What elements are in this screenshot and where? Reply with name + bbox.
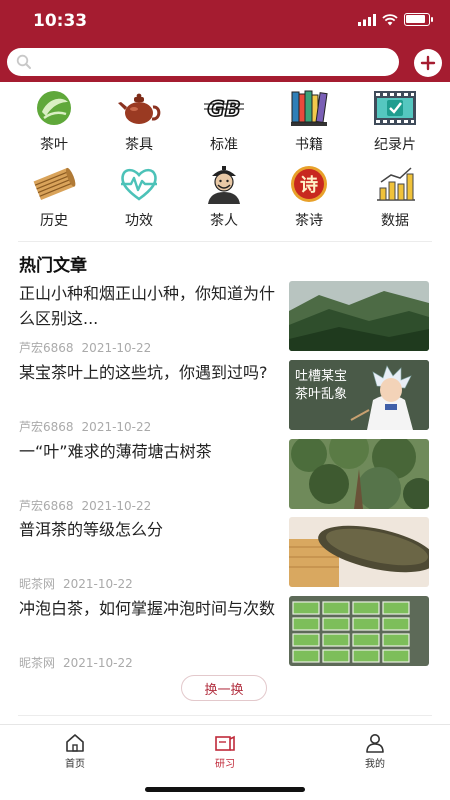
refresh-button[interactable]: 换一换 bbox=[181, 675, 267, 701]
article-author: 昵茶网 bbox=[19, 577, 56, 591]
article-thumbnail[interactable] bbox=[289, 281, 429, 351]
home-indicator bbox=[145, 787, 305, 792]
books-icon bbox=[291, 90, 328, 126]
article-title[interactable]: 一“叶”难求的薄荷塘古树茶 bbox=[19, 439, 281, 464]
bamboo-scroll-icon bbox=[33, 167, 76, 201]
article-meta: 芦宏6868 2021-10-22 bbox=[19, 418, 151, 435]
search-input[interactable] bbox=[7, 48, 399, 76]
article-thumbnail[interactable] bbox=[289, 439, 429, 509]
category-data[interactable]: 数据 bbox=[360, 164, 430, 230]
article-thumbnail[interactable]: 吐槽某宝 茶叶乱象 bbox=[289, 360, 429, 430]
status-icons bbox=[358, 13, 433, 26]
article-author: 昵茶网 bbox=[19, 656, 56, 670]
svg-text:诗: 诗 bbox=[300, 175, 318, 196]
tea-person-icon bbox=[208, 166, 240, 204]
category-tea-people[interactable]: 茶人 bbox=[189, 164, 259, 230]
article-meta: 昵茶网 2021-10-22 bbox=[19, 575, 133, 592]
anime-teacher-image: 吐槽某宝 茶叶乱象 bbox=[289, 360, 429, 430]
wifi-icon bbox=[382, 13, 398, 25]
add-button[interactable] bbox=[414, 49, 442, 77]
heart-pulse-icon bbox=[121, 168, 157, 201]
battery-icon bbox=[404, 13, 433, 26]
app-header: 10:33 bbox=[0, 0, 450, 82]
tab-label: 我的 bbox=[365, 759, 385, 770]
study-icon bbox=[215, 735, 235, 751]
category-label: 数据 bbox=[381, 213, 409, 229]
category-documentary[interactable]: 纪录片 bbox=[360, 88, 430, 154]
puer-tea-cake-image bbox=[289, 517, 429, 587]
article-item[interactable]: 一“叶”难求的薄荷塘古树茶 芦宏6868 2021-10-22 bbox=[0, 439, 450, 513]
article-date: 2021-10-22 bbox=[63, 656, 133, 670]
category-standard[interactable]: GB 标准 bbox=[189, 88, 259, 154]
tab-label: 首页 bbox=[65, 759, 85, 770]
category-label: 茶诗 bbox=[295, 213, 323, 229]
article-date: 2021-10-22 bbox=[81, 420, 152, 434]
category-label: 历史 bbox=[40, 213, 68, 229]
tab-label: 研习 bbox=[215, 759, 235, 770]
article-title[interactable]: 某宝茶叶上的这些坑，你遇到过吗? bbox=[19, 360, 281, 385]
tab-study[interactable]: 研习 bbox=[195, 733, 255, 770]
tab-profile[interactable]: 我的 bbox=[345, 733, 405, 770]
article-author: 芦宏6868 bbox=[19, 420, 74, 434]
article-meta: 芦宏6868 2021-10-22 bbox=[19, 497, 151, 514]
home-icon bbox=[66, 734, 84, 752]
search-icon bbox=[16, 54, 31, 69]
tea-trays-image bbox=[289, 596, 429, 666]
category-label: 茶具 bbox=[125, 137, 153, 153]
article-item[interactable]: 冲泡白茶，如何掌握冲泡时间与次数 昵茶网 2021-10-22 bbox=[0, 596, 450, 670]
old-tea-tree-image bbox=[289, 439, 429, 509]
article-item[interactable]: 某宝茶叶上的这些坑，你遇到过吗? 芦宏6868 2021-10-22 吐槽某宝 茶… bbox=[0, 360, 450, 434]
tab-home[interactable]: 首页 bbox=[45, 733, 105, 770]
profile-icon bbox=[366, 734, 384, 753]
category-label: 标准 bbox=[210, 137, 238, 153]
category-teaware[interactable]: 茶具 bbox=[104, 88, 174, 154]
article-meta: 昵茶网 2021-10-22 bbox=[19, 654, 133, 671]
teapot-icon bbox=[118, 93, 161, 124]
article-meta: 芦宏6868 2021-10-22 bbox=[19, 339, 151, 356]
bottom-tab-bar: 首页 研习 我的 bbox=[0, 724, 450, 772]
article-thumbnail[interactable] bbox=[289, 517, 429, 587]
article-item[interactable]: 正山小种和烟正山小种，你知道为什么区别这... 芦宏6868 2021-10-22 bbox=[0, 281, 450, 355]
divider bbox=[18, 715, 432, 716]
film-icon bbox=[374, 91, 416, 125]
status-bar: 10:33 bbox=[0, 0, 450, 42]
thumb-caption-1: 吐槽某宝 bbox=[295, 369, 347, 384]
article-item[interactable]: 普洱茶的等级怎么分 昵茶网 2021-10-22 bbox=[0, 517, 450, 591]
category-books[interactable]: 书籍 bbox=[274, 88, 344, 154]
category-label: 纪录片 bbox=[374, 137, 416, 153]
gb-standard-icon: GB bbox=[204, 96, 244, 122]
bar-chart-icon bbox=[377, 167, 415, 201]
article-author: 芦宏6868 bbox=[19, 499, 74, 513]
tea-leaf-icon bbox=[37, 91, 71, 125]
article-date: 2021-10-22 bbox=[81, 499, 152, 513]
mountain-forest-image bbox=[289, 281, 429, 351]
category-label: 茶叶 bbox=[40, 137, 68, 153]
article-title[interactable]: 正山小种和烟正山小种，你知道为什么区别这... bbox=[19, 281, 281, 331]
article-author: 芦宏6868 bbox=[19, 341, 74, 355]
category-tea-poems[interactable]: 诗 茶诗 bbox=[274, 164, 344, 230]
category-label: 书籍 bbox=[295, 137, 323, 153]
category-label: 功效 bbox=[125, 213, 153, 229]
article-date: 2021-10-22 bbox=[81, 341, 152, 355]
article-thumbnail[interactable] bbox=[289, 596, 429, 666]
section-title: 热门文章 bbox=[19, 256, 87, 276]
thumb-caption-2: 茶叶乱象 bbox=[295, 386, 347, 402]
status-time: 10:33 bbox=[33, 11, 88, 31]
category-efficacy[interactable]: 功效 bbox=[104, 164, 174, 230]
article-title[interactable]: 冲泡白茶，如何掌握冲泡时间与次数 bbox=[19, 596, 281, 621]
divider bbox=[18, 241, 432, 242]
category-label: 茶人 bbox=[210, 213, 238, 229]
category-history[interactable]: 历史 bbox=[19, 164, 89, 230]
plus-icon bbox=[420, 55, 436, 71]
category-tea[interactable]: 茶叶 bbox=[19, 88, 89, 154]
article-title[interactable]: 普洱茶的等级怎么分 bbox=[19, 517, 281, 542]
article-date: 2021-10-22 bbox=[63, 577, 133, 591]
poem-icon: 诗 bbox=[291, 166, 327, 202]
signal-icon bbox=[358, 13, 376, 26]
